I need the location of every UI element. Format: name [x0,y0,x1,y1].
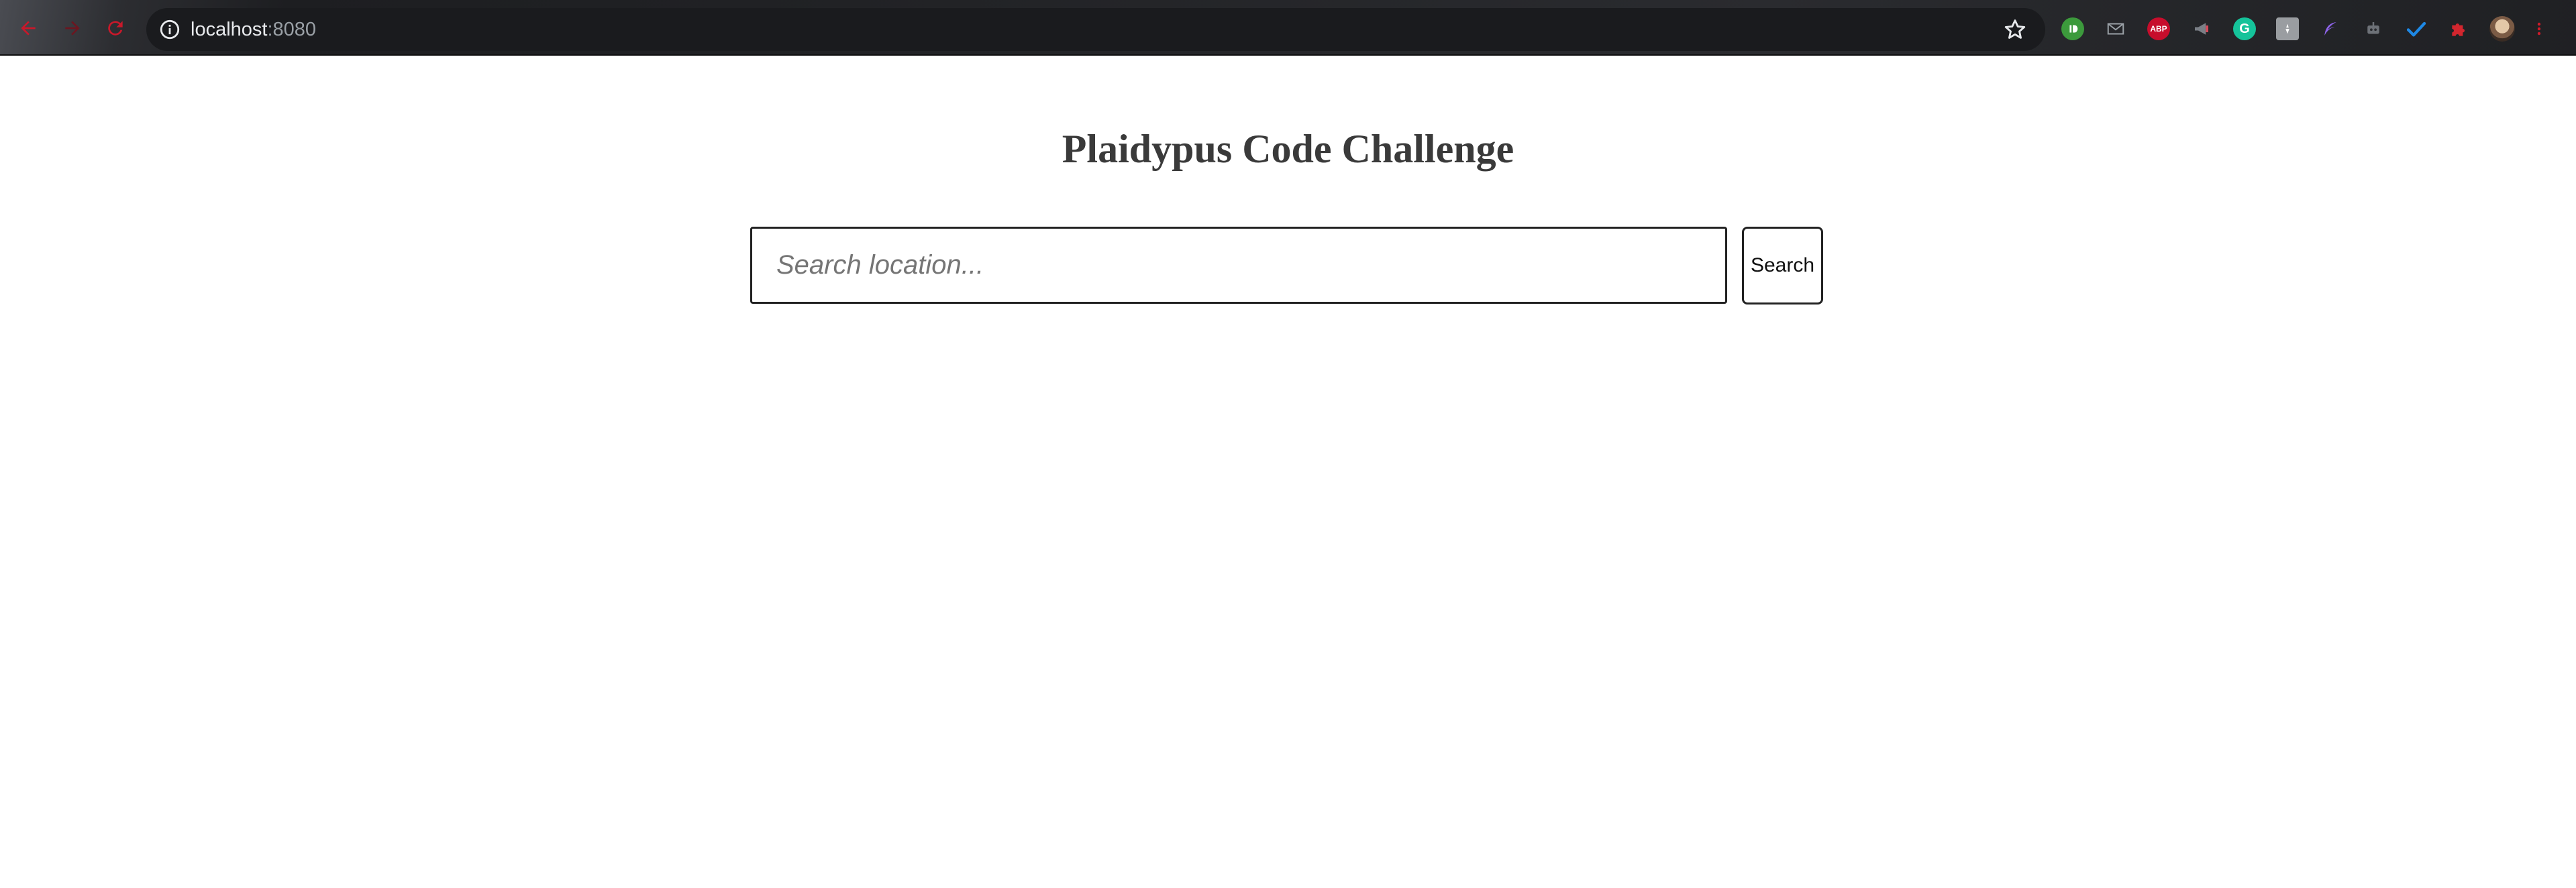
feather-icon[interactable] [2319,17,2342,40]
robot-glyph-icon [2367,22,2379,34]
reload-button[interactable] [102,15,129,42]
address-bar[interactable]: localhost:8080 [146,8,2045,51]
megaphone-icon[interactable] [2190,17,2213,40]
checkmark-icon[interactable] [2405,17,2428,40]
adblock-plus-icon[interactable]: ABP [2147,17,2170,40]
info-icon[interactable] [158,18,181,41]
grammarly-icon[interactable]: G [2233,17,2256,40]
reddit-enhancement-icon[interactable] [2061,17,2084,40]
grammarly-label: G [2239,21,2250,36]
kebab-menu-icon [2537,22,2541,36]
profile-avatar[interactable] [2489,16,2515,42]
tile-extension-icon[interactable] [2276,17,2299,40]
bookmark-star-icon[interactable] [2002,17,2028,42]
browser-toolbar: localhost:8080 ABP G [0,0,2576,56]
forward-arrow-icon [65,21,80,36]
tile-glyph-icon [2285,23,2289,34]
mail-icon[interactable] [2104,17,2127,40]
forward-button[interactable] [59,15,86,42]
search-button[interactable]: Search [1742,227,1823,304]
rd-glyph-icon [2069,25,2078,33]
adblock-label: ABP [2150,24,2167,34]
reload-icon [108,21,123,36]
page-title: Plaidypus Code Challenge [1062,127,1514,171]
back-arrow-icon [21,21,36,36]
puzzle-icon[interactable] [2448,17,2471,40]
search-location-input[interactable] [750,227,1727,304]
megaphone-glyph-icon [2195,23,2208,35]
check-glyph-icon [2406,21,2426,37]
menu-button[interactable] [2532,17,2546,40]
puzzle-glyph-icon [2452,23,2465,36]
url-port: :8080 [267,19,317,40]
url-host: localhost [191,19,268,40]
feather-glyph-icon [2324,22,2336,36]
url-text[interactable]: localhost:8080 [191,17,316,42]
back-button[interactable] [15,15,42,42]
envelope-icon [2107,23,2124,35]
robot-icon[interactable] [2362,17,2385,40]
